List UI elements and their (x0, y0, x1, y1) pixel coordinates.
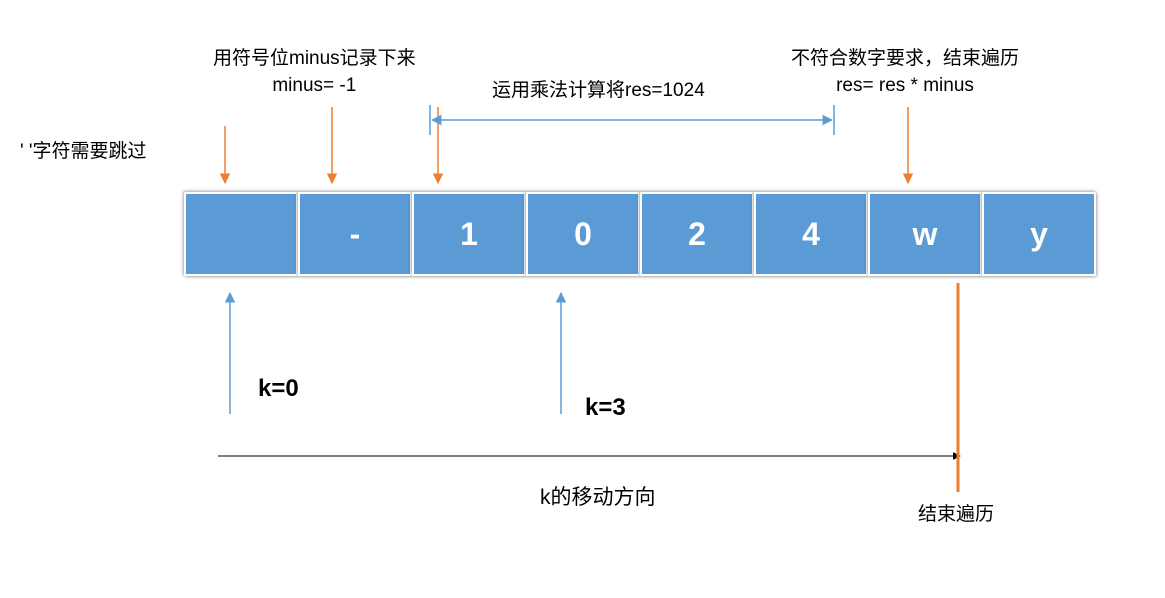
label-end-line2: res= res * minus (836, 75, 974, 96)
cell-3: 0 (526, 192, 640, 276)
label-minus-line1: 用符号位minus记录下来 (213, 48, 416, 69)
label-k0: k=0 (258, 375, 299, 403)
cell-4: 2 (640, 192, 754, 276)
label-minus: 用符号位minus记录下来 minus= -1 (213, 46, 416, 99)
cell-5: 4 (754, 192, 868, 276)
cell-0 (184, 192, 298, 276)
label-end: 不符合数字要求，结束遍历 res= res * minus (791, 46, 1019, 99)
label-movement: k的移动方向 (540, 483, 656, 512)
cell-6: w (868, 192, 982, 276)
char-array: - 1 0 2 4 w y (184, 192, 1096, 276)
cell-1: - (298, 192, 412, 276)
label-minus-line2: minus= -1 (272, 75, 356, 96)
cell-2: 1 (412, 192, 526, 276)
cell-7: y (982, 192, 1096, 276)
label-skip-char: ' '字符需要跳过 (20, 139, 147, 166)
label-multiply: 运用乘法计算将res=1024 (492, 78, 705, 105)
label-end-traverse: 结束遍历 (918, 502, 994, 529)
label-k3: k=3 (585, 394, 626, 422)
label-end-line1: 不符合数字要求，结束遍历 (791, 48, 1019, 69)
